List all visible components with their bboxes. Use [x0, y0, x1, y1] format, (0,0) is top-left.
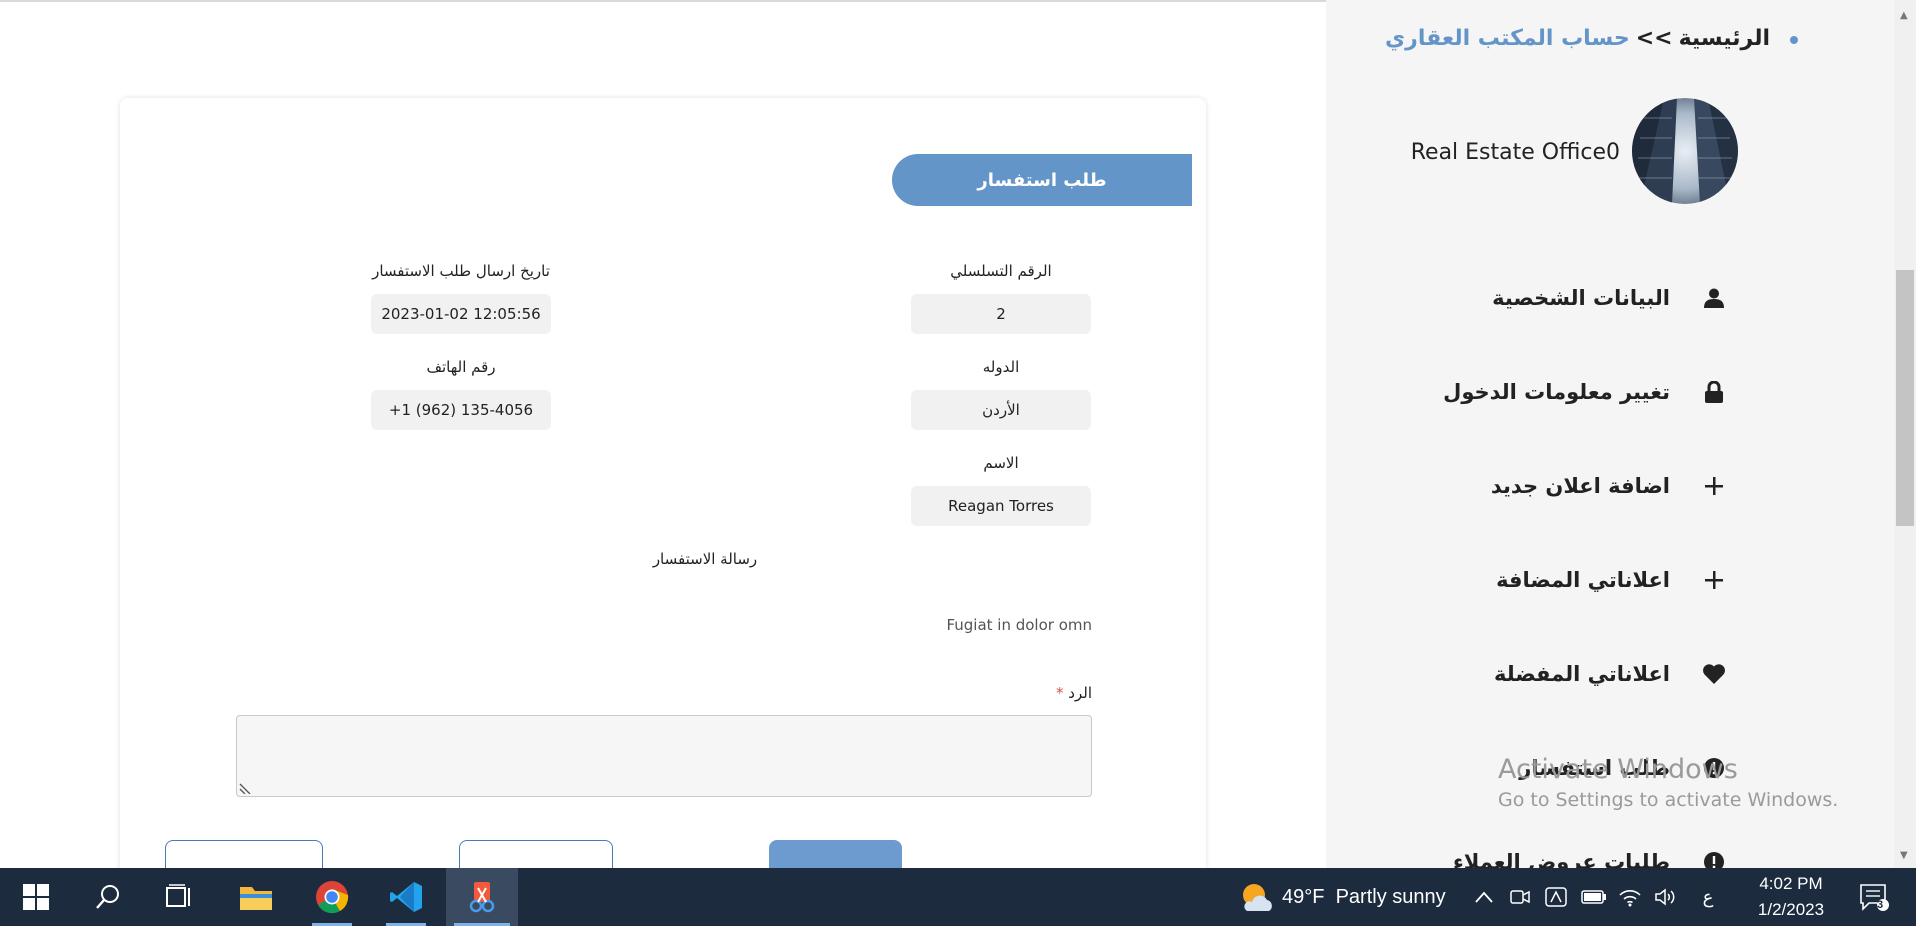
sidebar — [1326, 0, 1894, 868]
clock-date: 1/2/2023 — [1757, 900, 1825, 919]
required-marker: * — [1056, 684, 1064, 702]
chrome-icon[interactable] — [304, 868, 360, 926]
breadcrumb-home[interactable]: الرئيسية — [1679, 26, 1770, 51]
weather-temp: 49°F — [1282, 885, 1325, 908]
plus-icon — [1702, 474, 1726, 498]
watermark-title: Activate Windows — [1498, 754, 1738, 785]
activation-watermark: Activate Windows Go to Settings to activ… — [1498, 754, 1838, 811]
country-label: الدوله — [982, 358, 1020, 376]
clock[interactable]: 4:02 PM 1/2/2023 — [1736, 868, 1846, 926]
sidebar-item-change-login[interactable]: تغيير معلومات الدخول — [1420, 372, 1730, 412]
notification-center-icon[interactable]: 3 — [1852, 868, 1896, 926]
sidebar-item-my-ads[interactable]: اعلاناتي المضافة — [1420, 560, 1730, 600]
watermark-subtitle: Go to Settings to activate Windows. — [1498, 789, 1839, 811]
sidebar-item-favorites[interactable]: اعلاناتي المفضلة — [1420, 654, 1730, 694]
meet-now-icon[interactable] — [1506, 868, 1534, 926]
volume-icon[interactable] — [1650, 868, 1682, 926]
defender-icon[interactable] — [1540, 868, 1572, 926]
language-indicator[interactable]: ع — [1694, 868, 1722, 926]
resize-grip-icon[interactable] — [238, 780, 252, 794]
breadcrumb-bullet-icon — [1790, 36, 1798, 44]
phone-field: +1 (962) 135-4056 — [371, 390, 551, 430]
message-text: Fugiat in dolor omn — [946, 616, 1092, 634]
breadcrumb: الرئيسية>>حساب المكتب العقاري — [1385, 26, 1770, 51]
sidebar-item-add-ad[interactable]: اضافة اعلان جديد — [1420, 466, 1730, 506]
reply-label: * الرد — [980, 684, 1092, 702]
heart-icon — [1702, 662, 1726, 686]
serial-label: الرقم التسلسلي — [950, 262, 1052, 280]
inquiry-tab[interactable]: طلب استفسار — [892, 154, 1192, 206]
sidebar-item-label: اعلاناتي المضافة — [1496, 568, 1670, 592]
notification-count: 3 — [1877, 899, 1884, 911]
reply-textarea[interactable] — [236, 715, 1092, 797]
lock-icon — [1702, 380, 1726, 404]
reply-label-text: الرد — [1068, 684, 1092, 702]
file-explorer-icon[interactable] — [230, 868, 282, 926]
name-label: الاسم — [983, 454, 1019, 472]
office-name: Real Estate Office0 — [1410, 140, 1620, 165]
avatar — [1632, 98, 1738, 204]
wifi-icon[interactable] — [1614, 868, 1646, 926]
sidebar-item-label: تغيير معلومات الدخول — [1443, 380, 1670, 404]
sidebar-item-label: البيانات الشخصية — [1492, 286, 1670, 310]
sidebar-item-personal-data[interactable]: البيانات الشخصية — [1420, 278, 1730, 318]
date-field: 2023-01-02 12:05:56 — [371, 294, 551, 334]
plus-icon — [1702, 568, 1726, 592]
snipping-tool-icon[interactable] — [446, 868, 518, 926]
phone-label: رقم الهاتف — [426, 358, 496, 376]
name-field: Reagan Torres — [911, 486, 1091, 526]
sidebar-item-label: اعلاناتي المفضلة — [1494, 662, 1670, 686]
weather-sun-icon[interactable] — [1236, 868, 1278, 926]
vscode-icon[interactable] — [378, 868, 434, 926]
windows-start-icon[interactable] — [12, 868, 60, 926]
scroll-down-arrow-icon[interactable]: ▼ — [1900, 850, 1908, 861]
chevron-up-icon[interactable] — [1470, 868, 1498, 926]
scrollbar-thumb[interactable] — [1896, 270, 1914, 526]
date-label: تاريخ ارسال طلب الاستفسار — [372, 262, 550, 280]
search-icon[interactable] — [84, 868, 132, 926]
sidebar-item-label: اضافة اعلان جديد — [1490, 474, 1670, 498]
message-label: رسالة الاستفسار — [652, 550, 758, 568]
task-view-icon[interactable] — [155, 868, 203, 926]
breadcrumb-separator: >> — [1635, 26, 1673, 51]
weather-widget[interactable]: 49°F Partly sunny — [1282, 868, 1456, 926]
breadcrumb-current[interactable]: حساب المكتب العقاري — [1385, 26, 1630, 51]
user-icon — [1702, 286, 1726, 310]
clock-time: 4:02 PM — [1759, 874, 1823, 893]
scroll-up-arrow-icon[interactable]: ▲ — [1900, 10, 1908, 21]
battery-icon[interactable] — [1578, 868, 1610, 926]
weather-text: Partly sunny — [1335, 885, 1446, 908]
country-field: الأردن — [911, 390, 1091, 430]
serial-field: 2 — [911, 294, 1091, 334]
